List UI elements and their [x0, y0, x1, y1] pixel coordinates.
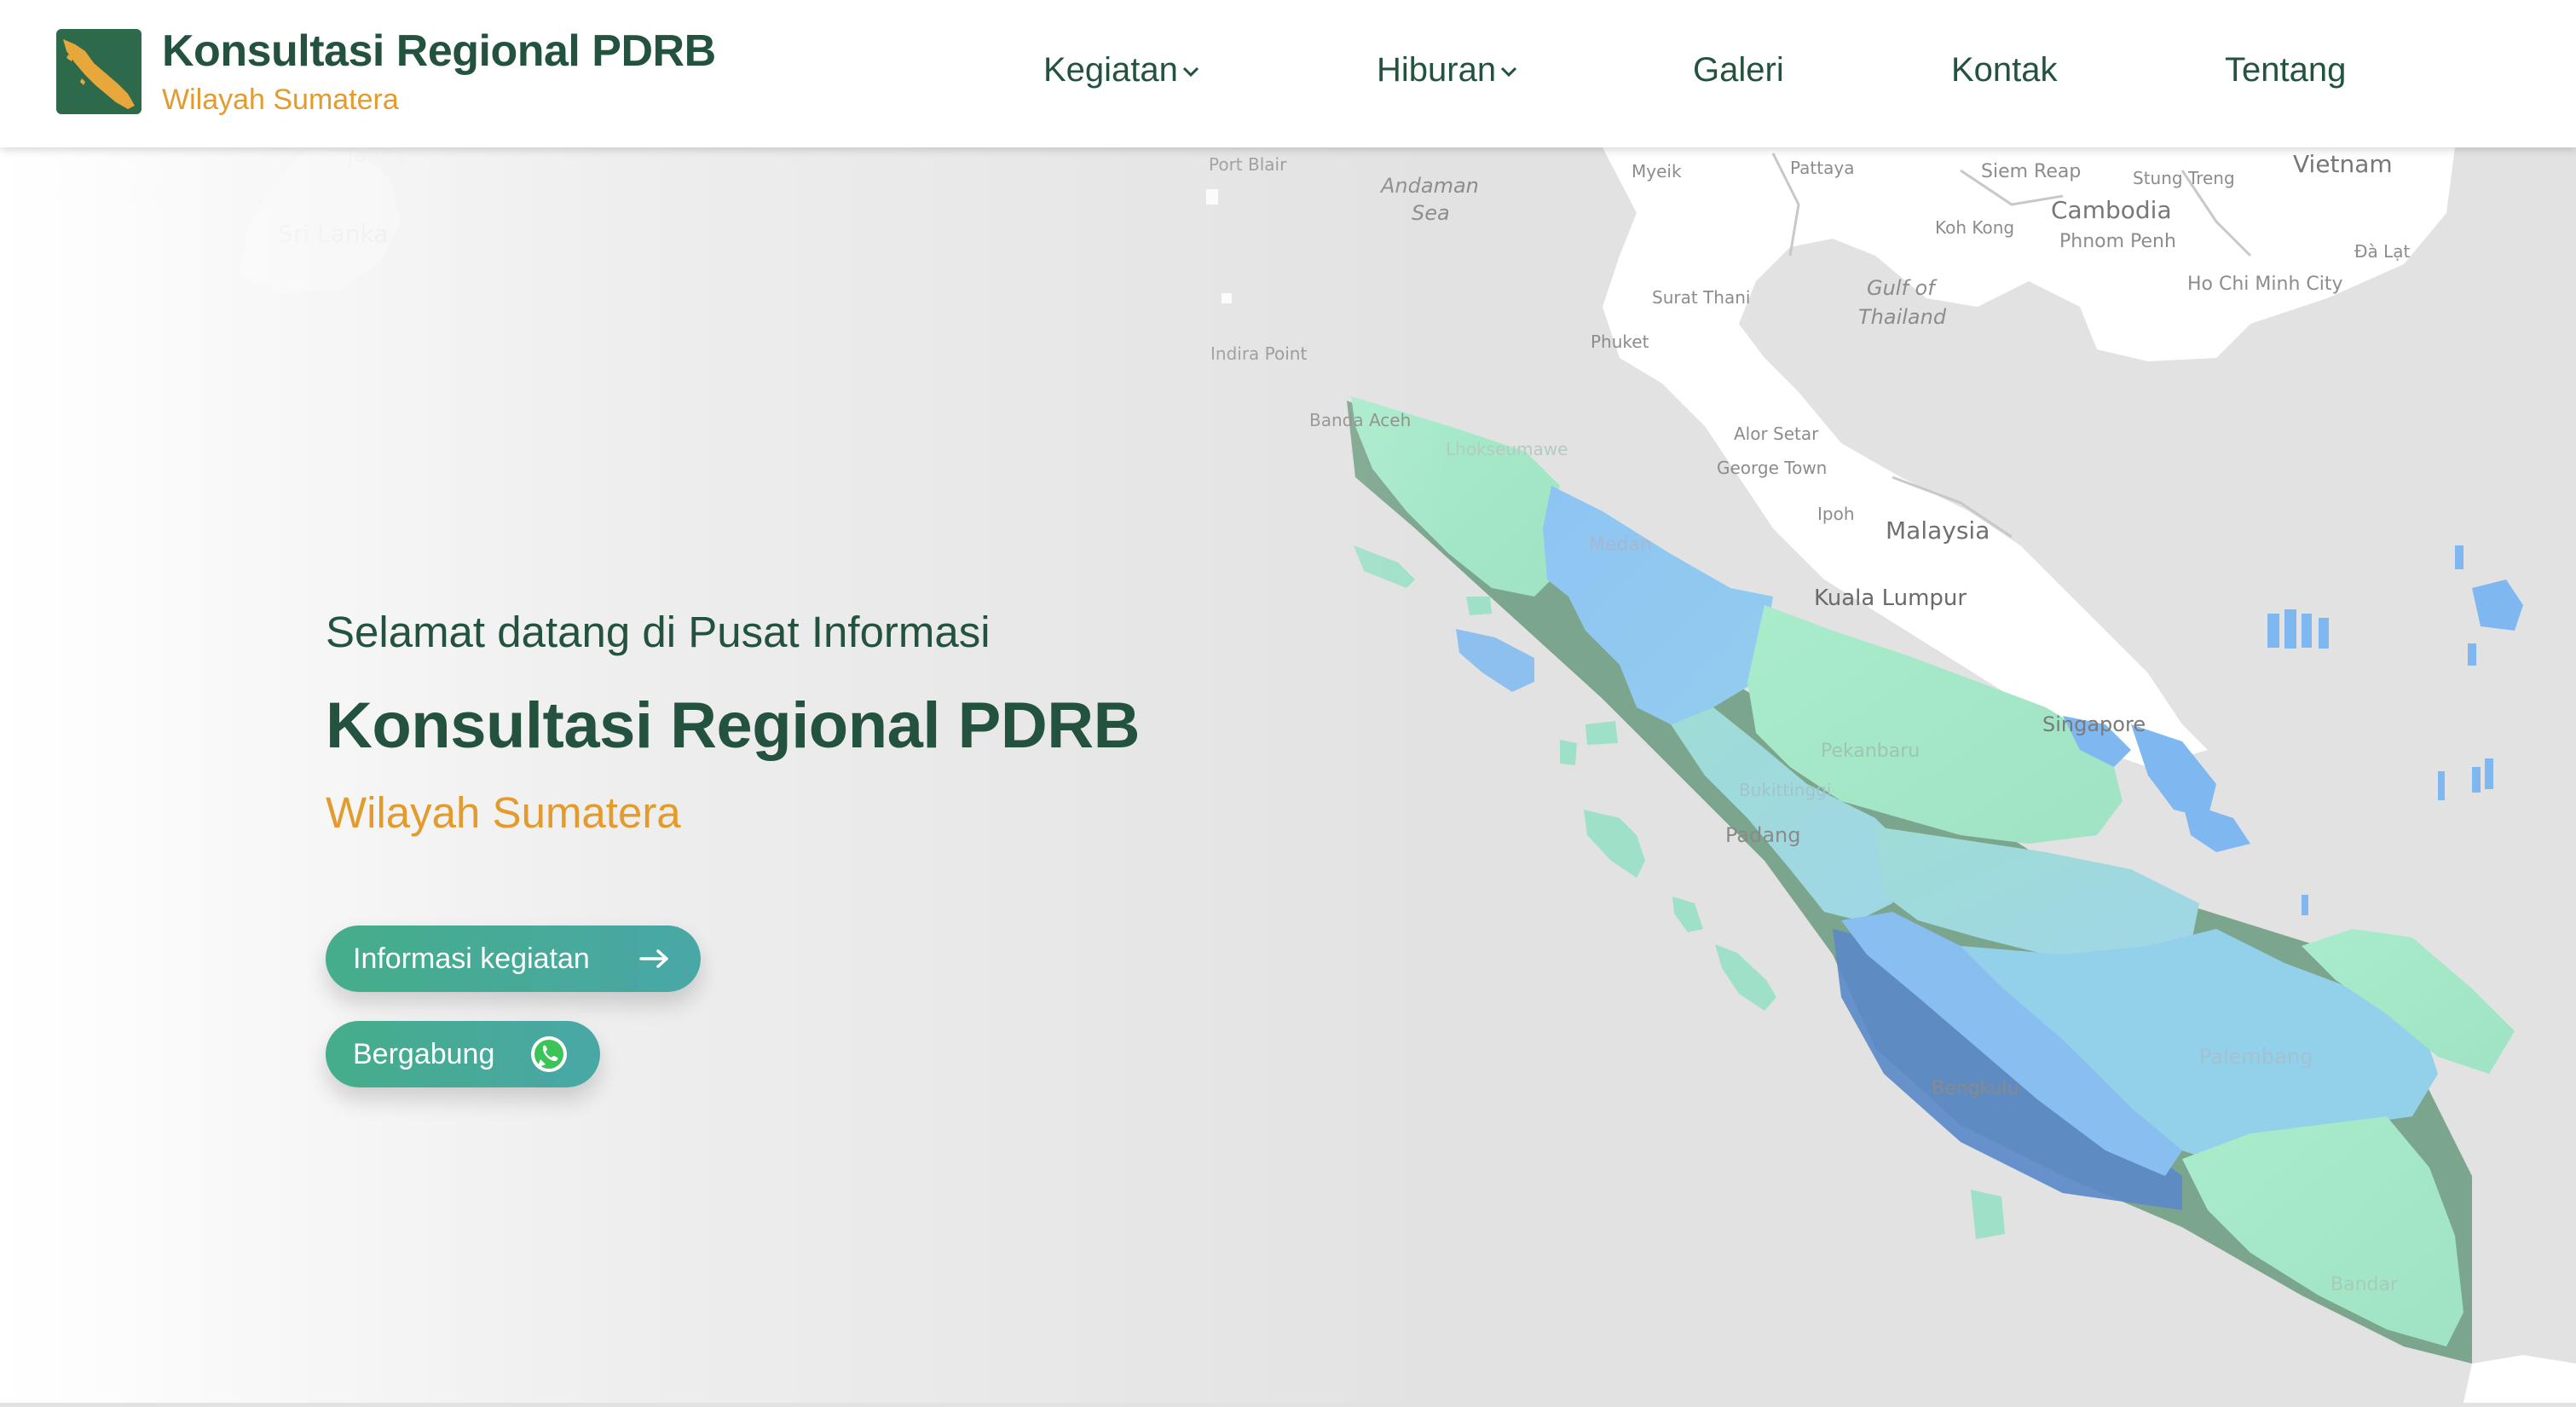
- map-label: Indira Point: [1210, 343, 1307, 364]
- map-label: Myeik: [1632, 161, 1682, 182]
- nav-label: Hiburan: [1377, 51, 1497, 89]
- map-label: Vietnam: [2293, 150, 2393, 178]
- chevron-down-icon: [1182, 67, 1198, 78]
- site-logo[interactable]: [56, 29, 142, 114]
- andaman-island: [1206, 189, 1218, 205]
- map-label: Surat Thani: [1652, 287, 1750, 308]
- nav-hiburan[interactable]: Hiburan: [1377, 51, 1518, 89]
- hero-title: Konsultasi Regional PDRB: [326, 689, 1141, 762]
- hero-greeting: Selamat datang di Pusat Informasi: [326, 608, 991, 656]
- sumatra-map-icon: [63, 39, 135, 109]
- map-label: Alor Setar: [1734, 424, 1819, 444]
- site-header: Konsultasi Regional PDRB Wilayah Sumater…: [0, 0, 2576, 147]
- hero-subtitle: Wilayah Sumatera: [326, 788, 681, 837]
- map-label: Palembang: [2199, 1045, 2313, 1069]
- whatsapp-icon: [528, 1034, 569, 1075]
- site-title[interactable]: Konsultasi Regional PDRB: [162, 26, 716, 77]
- map-label: Port Blair: [1209, 154, 1287, 175]
- map-label: Sea: [1412, 201, 1450, 225]
- map-label: Padang: [1725, 823, 1801, 847]
- map-label: Malaysia: [1886, 516, 1990, 545]
- map-label: Cambodia: [2051, 196, 2172, 224]
- west-island-blue: [1456, 629, 1534, 692]
- nav-label: Kegiatan: [1043, 51, 1178, 89]
- map-label: Thailand: [1858, 305, 1947, 329]
- map-label: Phnom Penh: [2059, 231, 2176, 252]
- info-kegiatan-button[interactable]: Informasi kegiatan: [326, 926, 701, 992]
- nav-kontak[interactable]: Kontak: [1951, 51, 2058, 89]
- map-label: Stung Treng: [2133, 168, 2235, 188]
- map-label: Ipoh: [1817, 504, 1855, 524]
- map-label: Đà Lạt: [2354, 241, 2411, 262]
- map-label: George Town: [1717, 458, 1827, 478]
- nav-kegiatan[interactable]: Kegiatan: [1043, 51, 1200, 89]
- map-label: Bandar: [2331, 1274, 2399, 1295]
- map-label: Banda Aceh: [1309, 410, 1411, 430]
- nav-galeri[interactable]: Galeri: [1693, 51, 1784, 89]
- andaman-island: [1222, 293, 1232, 303]
- map-label: Phuket: [1591, 332, 1649, 352]
- map-label: Trincomalee: [42, 182, 166, 206]
- map-label: Koh Kong: [1935, 217, 2014, 238]
- site-subtitle: Wilayah Sumatera: [162, 84, 399, 116]
- map-label: Ho Chi Minh City: [2187, 274, 2343, 295]
- borneo-land: [2463, 1355, 2576, 1403]
- province-sumut: [1543, 486, 1773, 724]
- button-label: Bergabung: [353, 1037, 495, 1070]
- map-label: Siem Reap: [1981, 161, 2081, 182]
- map-label: Lhokseumawe: [1446, 439, 1568, 459]
- chevron-down-icon: [1501, 67, 1517, 78]
- map-label: Bengkulu: [1932, 1078, 2019, 1099]
- map-label: Medan: [1589, 534, 1652, 556]
- arrow-right-icon: [639, 949, 670, 969]
- map-label: Pekanbaru: [1821, 741, 1920, 762]
- nav-tentang[interactable]: Tentang: [2225, 51, 2346, 89]
- map-label: Pattaya: [1790, 158, 1854, 178]
- map-label: Singapore: [2042, 712, 2146, 736]
- map-label: Andaman: [1379, 174, 1479, 198]
- map-label: Bukittinggi: [1739, 780, 1831, 800]
- bergabung-button[interactable]: Bergabung: [326, 1021, 600, 1087]
- map-label: Sri Lanka: [278, 220, 388, 248]
- map-label: Kuala Lumpur: [1814, 585, 1967, 611]
- map-label: Gulf of: [1867, 276, 1938, 300]
- button-label: Informasi kegiatan: [353, 942, 590, 975]
